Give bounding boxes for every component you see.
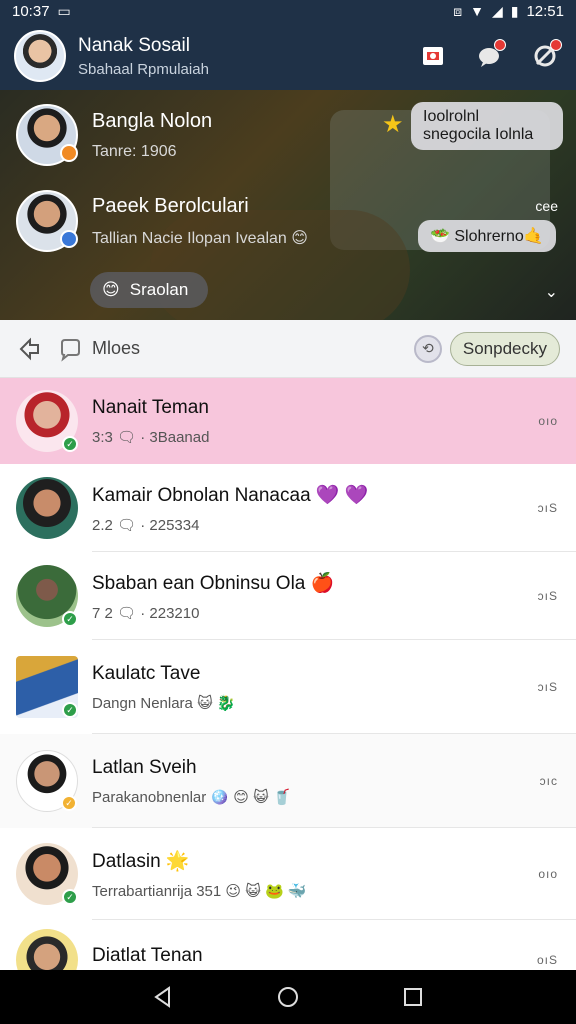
smile-icon: 😊 bbox=[102, 280, 120, 299]
avatar: ✓ bbox=[16, 843, 78, 905]
list-item[interactable]: Kamair Obnolan Nanacaa 💜 💜 2.2 🗨 · 22533… bbox=[0, 464, 576, 552]
avatar bbox=[16, 929, 78, 970]
vibrate-icon: ⧈ bbox=[453, 3, 463, 19]
app-subtitle: Sbahaal Rpmulaiah bbox=[78, 60, 209, 78]
camera-icon bbox=[423, 47, 443, 65]
reaction-pill[interactable]: 😊 Sraolan bbox=[90, 272, 208, 308]
chat-time: ɔıc bbox=[539, 774, 558, 788]
camera-button[interactable] bbox=[416, 39, 450, 73]
star-icon: ★ bbox=[382, 111, 404, 138]
list-item[interactable]: ✓ Latlan Sveih Parakanobnenlar 🪩 😊 😺 🥤 ɔ… bbox=[0, 734, 576, 828]
preview-sub: Tanre: 1906 bbox=[92, 142, 177, 160]
chat-name: Datlasin 🌟 bbox=[92, 850, 190, 872]
profile-avatar[interactable] bbox=[14, 30, 66, 82]
chat-meta: Terrabartianrija 351 😉 😺 🐸 🐳 bbox=[92, 882, 307, 900]
status-clock: 12:51 bbox=[526, 2, 564, 20]
chat-meta: Parakanobnenlar 🪩 😊 😺 🥤 bbox=[92, 788, 292, 806]
chat-name: Latlan Sveih bbox=[92, 756, 197, 778]
avatar: ✓ bbox=[16, 390, 78, 452]
avatar: ✓ bbox=[16, 656, 78, 718]
settings-badge bbox=[550, 39, 562, 51]
preview-row-1[interactable]: Bangla Nolon Tanre: 1906 bbox=[16, 104, 212, 166]
chat-meta: 7 2 🗨 · 223210 bbox=[92, 604, 200, 622]
system-nav-bar bbox=[0, 970, 576, 1024]
preview-more: cee bbox=[535, 198, 558, 214]
online-check-icon: ✓ bbox=[62, 702, 78, 718]
chat-time: oıS bbox=[536, 953, 558, 967]
list-toolbar: Mloes ⟲ Sonpdecky bbox=[0, 320, 576, 378]
chat-name: Diatlat Tenan bbox=[92, 944, 203, 966]
status-check-icon: ✓ bbox=[61, 795, 77, 811]
online-check-icon: ✓ bbox=[62, 889, 78, 905]
chat-badge bbox=[494, 39, 506, 51]
status-dot bbox=[60, 144, 78, 162]
online-check-icon: ✓ bbox=[62, 436, 78, 452]
chat-button[interactable] bbox=[472, 39, 506, 73]
filter-toggle-icon[interactable]: ⟲ bbox=[413, 334, 442, 363]
recents-icon bbox=[404, 988, 423, 1006]
chat-name: Nanait Teman bbox=[92, 396, 209, 418]
avatar: ✓ bbox=[16, 565, 78, 627]
back-arrow-icon[interactable] bbox=[16, 335, 44, 363]
preview-bubble-top: Ioolrolnl snegocila Iolnla bbox=[411, 102, 563, 150]
chat-time: ɔıS bbox=[537, 680, 558, 694]
preview-avatar bbox=[16, 104, 78, 166]
home-button[interactable] bbox=[268, 977, 308, 1017]
chat-name: Kaulatc Tave bbox=[92, 662, 201, 684]
preview-bubble-mid: 🥗 Slohrerno🤙 bbox=[418, 220, 556, 252]
chat-time: oıo bbox=[538, 414, 558, 428]
chat-preview-panel: Bangla Nolon Tanre: 1906 Paeek Berolcula… bbox=[0, 90, 576, 320]
preview-avatar bbox=[16, 190, 78, 252]
chat-meta: 2.2 🗨 · 225334 bbox=[92, 516, 200, 534]
filter-label[interactable]: Mloes bbox=[92, 338, 140, 359]
list-item[interactable]: ✓ Kaulatc Tave Dangn Nenlara 😺 🐉 ɔıS bbox=[0, 640, 576, 734]
status-dot bbox=[60, 230, 78, 248]
recents-button[interactable] bbox=[393, 977, 433, 1017]
preview-name: Paeek Berolculari bbox=[92, 194, 249, 217]
status-bar: 10:37 ▭ ⧈ ▼ ◢ ▮ 12:51 bbox=[0, 0, 576, 22]
chat-time: oıo bbox=[538, 867, 558, 881]
battery-icon: ▮ bbox=[510, 3, 519, 19]
chat-name: Sbaban ean Obninsu Ola 🍎 bbox=[92, 572, 335, 594]
sort-chip[interactable]: Sonpdecky bbox=[449, 331, 560, 366]
chat-time: ɔıS bbox=[537, 589, 558, 603]
avatar bbox=[16, 477, 78, 539]
back-button[interactable] bbox=[143, 977, 183, 1017]
list-item[interactable]: ✓ Nanait Teman 3:3 🗨 · 3Baanad oıo bbox=[0, 378, 576, 464]
preview-name: Bangla Nolon bbox=[92, 109, 213, 132]
preview-row-2[interactable]: Paeek Berolculari Tallian Nacie Ilopan I… bbox=[16, 190, 308, 252]
preview-sub: Tallian Nacie Ilopan Ivealan 😊 bbox=[92, 229, 308, 247]
list-item[interactable]: ✓ Datlasin 🌟 Terrabartianrija 351 😉 😺 🐸 … bbox=[0, 828, 576, 920]
chevron-down-icon[interactable]: ⌄ bbox=[545, 282, 558, 302]
chat-name: Kamair Obnolan Nanacaa 💜 💜 bbox=[92, 484, 369, 506]
avatar: ✓ bbox=[16, 750, 78, 812]
screen-icon: ▭ bbox=[57, 3, 71, 19]
chat-meta: 3:3 🗨 · 3Baanad bbox=[92, 428, 210, 446]
list-item[interactable]: ✓ Sbaban ean Obninsu Ola 🍎 7 2 🗨 · 22321… bbox=[0, 552, 576, 640]
app-header: Nanak Sosail Sbahaal Rpmulaiah bbox=[0, 22, 576, 90]
signal-icon: ◢ bbox=[491, 3, 503, 19]
chat-list: ✓ Nanait Teman 3:3 🗨 · 3Baanad oıo Kamai… bbox=[0, 378, 576, 970]
home-icon bbox=[277, 987, 298, 1007]
pill-label: Sraolan bbox=[129, 280, 189, 299]
wifi-icon: ▼ bbox=[470, 3, 484, 19]
app-title: Nanak Sosail bbox=[78, 34, 190, 56]
settings-button[interactable] bbox=[528, 39, 562, 73]
status-time: 10:37 bbox=[12, 2, 50, 20]
list-item[interactable]: Diatlat Tenan oıS bbox=[0, 920, 576, 970]
online-check-icon: ✓ bbox=[62, 611, 78, 627]
chat-bubble-icon bbox=[61, 338, 80, 362]
chat-meta: Dangn Nenlara 😺 🐉 bbox=[92, 694, 236, 712]
chat-time: ɔıS bbox=[537, 501, 558, 515]
back-icon bbox=[153, 986, 170, 1008]
